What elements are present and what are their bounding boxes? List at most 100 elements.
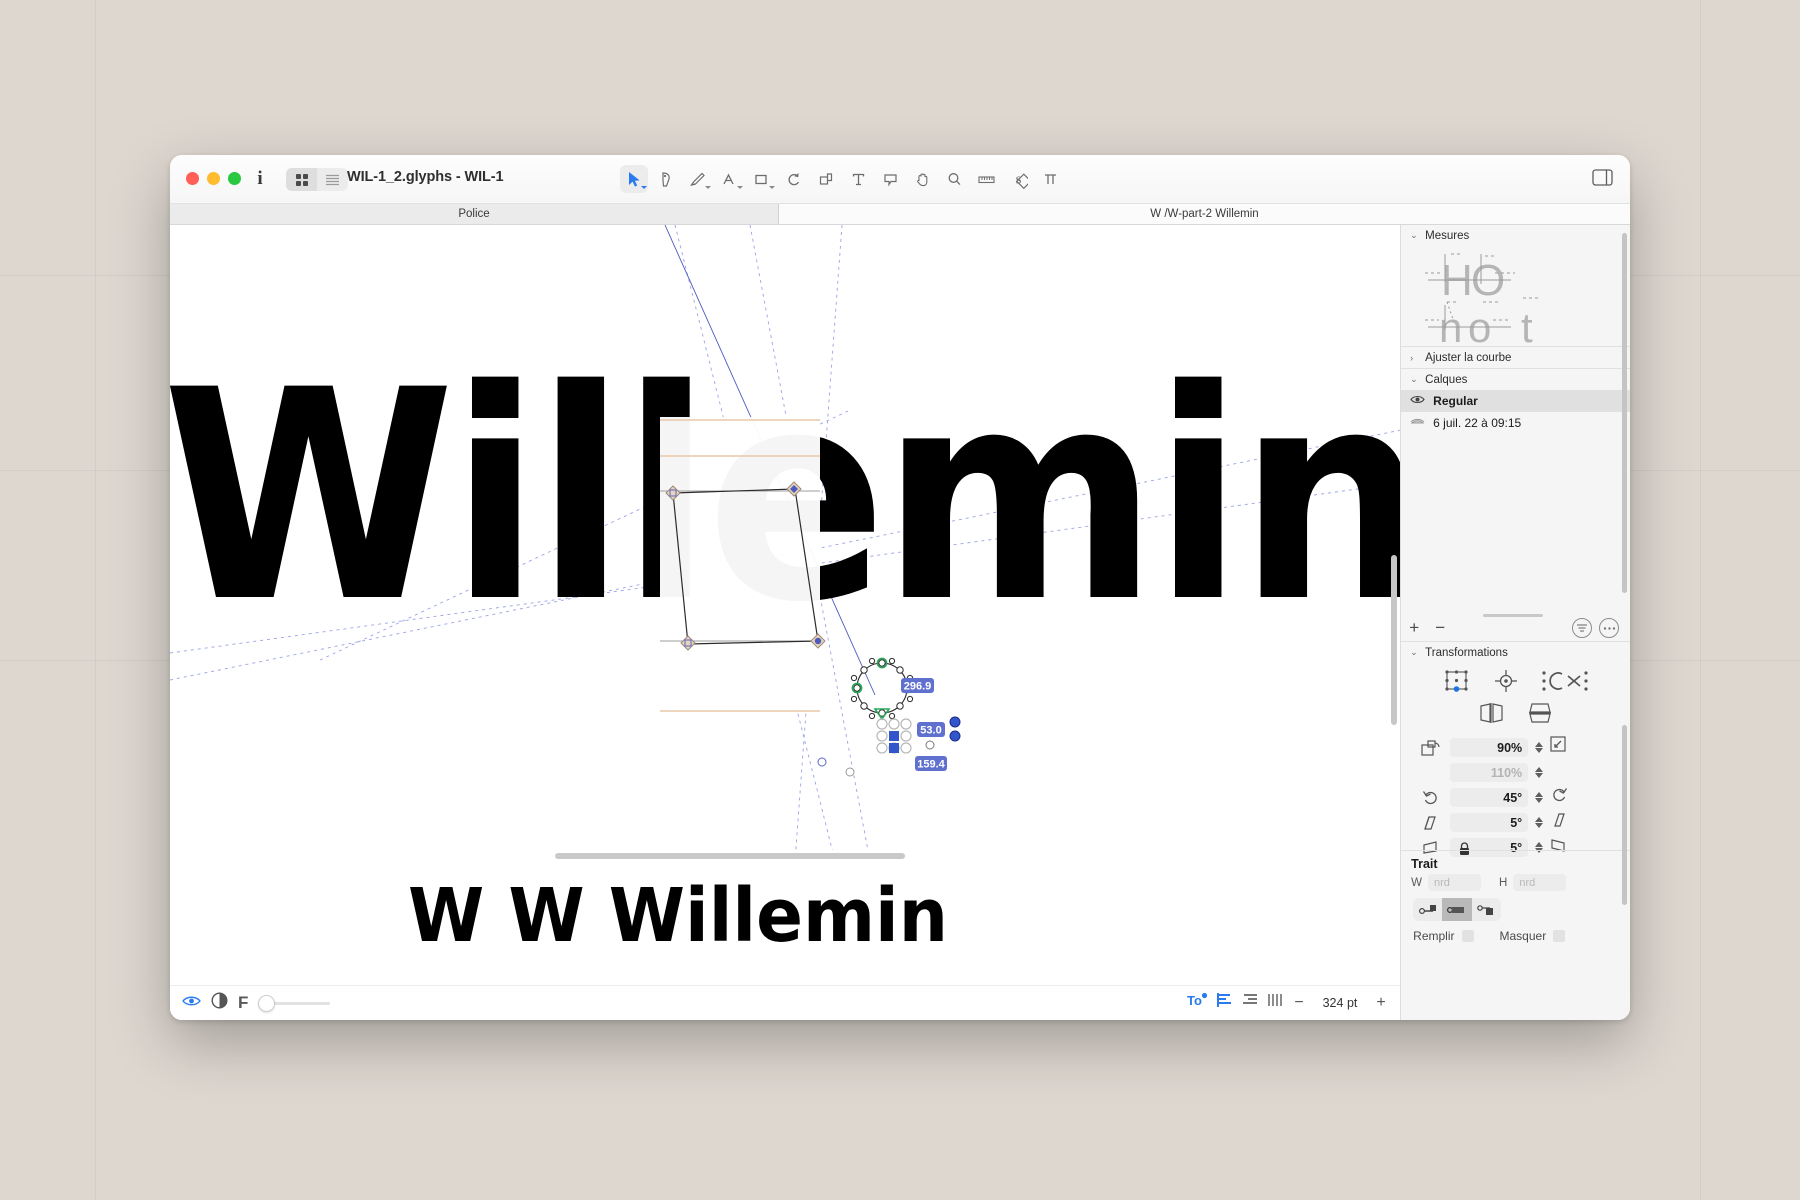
inspector-scrollbar-bottom[interactable] <box>1622 725 1627 905</box>
font-preview-label[interactable]: F <box>238 993 248 1013</box>
preview-eye-icon[interactable] <box>182 994 201 1013</box>
window-controls[interactable] <box>186 172 241 185</box>
annotate-tool[interactable] <box>876 165 904 193</box>
speed-punk-tool[interactable]: S <box>1004 165 1032 193</box>
primitives-tool[interactable] <box>748 165 776 193</box>
text-tool[interactable] <box>844 165 872 193</box>
stroke-options-row[interactable]: Remplir Masquer <box>1401 921 1630 943</box>
align-left-icon[interactable] <box>1217 993 1233 1012</box>
field-row-scale-horizontal[interactable]: 90% <box>1401 735 1630 760</box>
zoom-tool[interactable] <box>940 165 968 193</box>
canvas-vertical-scrollbar[interactable] <box>1391 555 1397 725</box>
stroke-w-field[interactable]: nrd <box>1428 874 1482 891</box>
align-right-icon[interactable] <box>1242 993 1258 1012</box>
status-bar-left[interactable]: F <box>182 992 331 1014</box>
select-tool[interactable] <box>620 165 648 193</box>
more-circle-icon[interactable] <box>1599 618 1620 638</box>
remove-layer-button[interactable]: − <box>1427 618 1453 638</box>
scale-horizontal-field[interactable]: 90% <box>1450 738 1529 757</box>
filter-circle-icon[interactable] <box>1572 618 1593 638</box>
transformations-section: ⌄ Transformations 90% 110% 45° 5° 5° <box>1401 641 1630 860</box>
eye-icon[interactable] <box>1410 394 1425 408</box>
view-mode-segmented[interactable] <box>286 168 348 191</box>
round-corners-icon[interactable] <box>1542 669 1588 698</box>
fill-checkbox[interactable] <box>1461 930 1474 942</box>
cap-square-icon[interactable] <box>1472 898 1501 921</box>
scale-shapes-tool[interactable] <box>812 165 840 193</box>
canvas-horizontal-scrollbar[interactable] <box>170 850 1401 861</box>
toolbar[interactable]: S <box>620 165 1064 193</box>
rotate-field[interactable]: 45° <box>1450 788 1529 807</box>
scale-vertical-stepper[interactable] <box>1535 767 1544 778</box>
layer-actions-row[interactable]: + − <box>1401 615 1630 641</box>
stroke-h-field[interactable]: nrd <box>1513 874 1567 891</box>
hand-tool[interactable] <box>908 165 936 193</box>
chevron-down-icon: ⌄ <box>1410 647 1418 657</box>
close-button[interactable] <box>186 172 199 185</box>
slant-right-icon[interactable] <box>1550 811 1568 834</box>
zoom-level[interactable]: 324 pt <box>1316 996 1364 1010</box>
rotate-tool[interactable] <box>780 165 808 193</box>
tab-police[interactable]: Police <box>170 204 779 224</box>
zoom-button[interactable] <box>228 172 241 185</box>
add-layer-button[interactable]: + <box>1401 618 1427 638</box>
stroke-w-label: W <box>1411 876 1423 889</box>
section-header-transformations[interactable]: ⌄ Transformations <box>1401 642 1630 663</box>
inspector-scrollbar-top[interactable] <box>1622 233 1627 593</box>
scale-vertical-field[interactable]: 110% <box>1450 763 1529 782</box>
minimize-button[interactable] <box>207 172 220 185</box>
section-header-layers[interactable]: ⌄ Calques <box>1401 369 1630 390</box>
layer-row-backup[interactable]: 6 juil. 22 à 09:15 <box>1401 412 1630 434</box>
slant-vertical-stepper[interactable] <box>1535 817 1544 828</box>
flip-horizontal-icon[interactable] <box>1479 702 1505 729</box>
ruler-tool[interactable] <box>972 165 1000 193</box>
stroke-cap-segmented[interactable] <box>1413 898 1502 921</box>
flip-vertical-icon[interactable] <box>1527 702 1553 729</box>
field-row-rotate[interactable]: 45° <box>1401 785 1630 810</box>
transform-origin-icon[interactable] <box>1444 669 1470 698</box>
tab-strip[interactable]: Police W /W-part-2 Willemin <box>170 204 1630 225</box>
measure-tool[interactable] <box>716 165 744 193</box>
contrast-circle-icon[interactable] <box>211 992 228 1014</box>
metrics-tool[interactable] <box>1036 165 1064 193</box>
cap-round-icon[interactable] <box>1442 898 1472 921</box>
layer-row-regular[interactable]: Regular <box>1401 390 1630 412</box>
transform-icon-row-2[interactable] <box>1401 698 1630 729</box>
slant-left-icon[interactable] <box>1419 814 1443 832</box>
scale-h-icon[interactable] <box>1419 739 1443 757</box>
status-bar-right[interactable]: To − 324 pt + <box>1187 992 1389 1013</box>
draw-tool[interactable] <box>652 165 680 193</box>
mask-checkbox[interactable] <box>1553 930 1566 942</box>
cap-butt-icon[interactable] <box>1413 898 1442 921</box>
preview-size-slider[interactable] <box>258 994 331 1012</box>
rotate-cw-icon[interactable] <box>1550 786 1568 809</box>
rotate-ccw-icon[interactable] <box>1419 789 1443 807</box>
glyph-edit-canvas[interactable]: Willemin <box>170 225 1401 861</box>
transform-icon-row-1[interactable] <box>1401 663 1630 698</box>
stroke-wh-row[interactable]: W nrd H nrd <box>1401 874 1630 891</box>
zoom-out-button[interactable]: − <box>1291 994 1307 1012</box>
right-panel-toggle-icon[interactable] <box>1592 168 1614 190</box>
panel-resize-handle[interactable] <box>1483 614 1544 617</box>
zoom-in-button[interactable]: + <box>1373 994 1389 1012</box>
pencil-tool[interactable] <box>684 165 712 193</box>
field-row-scale-vertical[interactable]: 110% <box>1401 760 1630 785</box>
field-row-slant-vertical[interactable]: 5° <box>1401 810 1630 835</box>
grid-view-icon[interactable] <box>286 168 317 191</box>
eye-closed-icon[interactable] <box>1410 416 1425 430</box>
section-header-adjust-curve[interactable]: › Ajuster la courbe <box>1401 347 1630 368</box>
scale-horizontal-stepper[interactable] <box>1535 742 1544 753</box>
tab-glyph[interactable]: W /W-part-2 Willemin <box>779 204 1630 224</box>
vertical-text-icon[interactable] <box>1267 993 1282 1012</box>
scrollbar-thumb[interactable] <box>555 853 905 859</box>
info-icon[interactable]: i <box>249 167 271 191</box>
scale-expand-icon[interactable] <box>1550 736 1568 759</box>
text-mode-icon[interactable]: To <box>1187 992 1208 1013</box>
align-center-icon[interactable] <box>1494 669 1518 698</box>
rotate-stepper[interactable] <box>1535 792 1544 803</box>
section-header-measures[interactable]: ⌄ Mesures <box>1401 225 1630 246</box>
desktop-line <box>95 0 96 1200</box>
slant-vertical-field[interactable]: 5° <box>1450 813 1529 832</box>
list-view-icon[interactable] <box>317 168 348 191</box>
section-label-measures: Mesures <box>1425 229 1470 242</box>
